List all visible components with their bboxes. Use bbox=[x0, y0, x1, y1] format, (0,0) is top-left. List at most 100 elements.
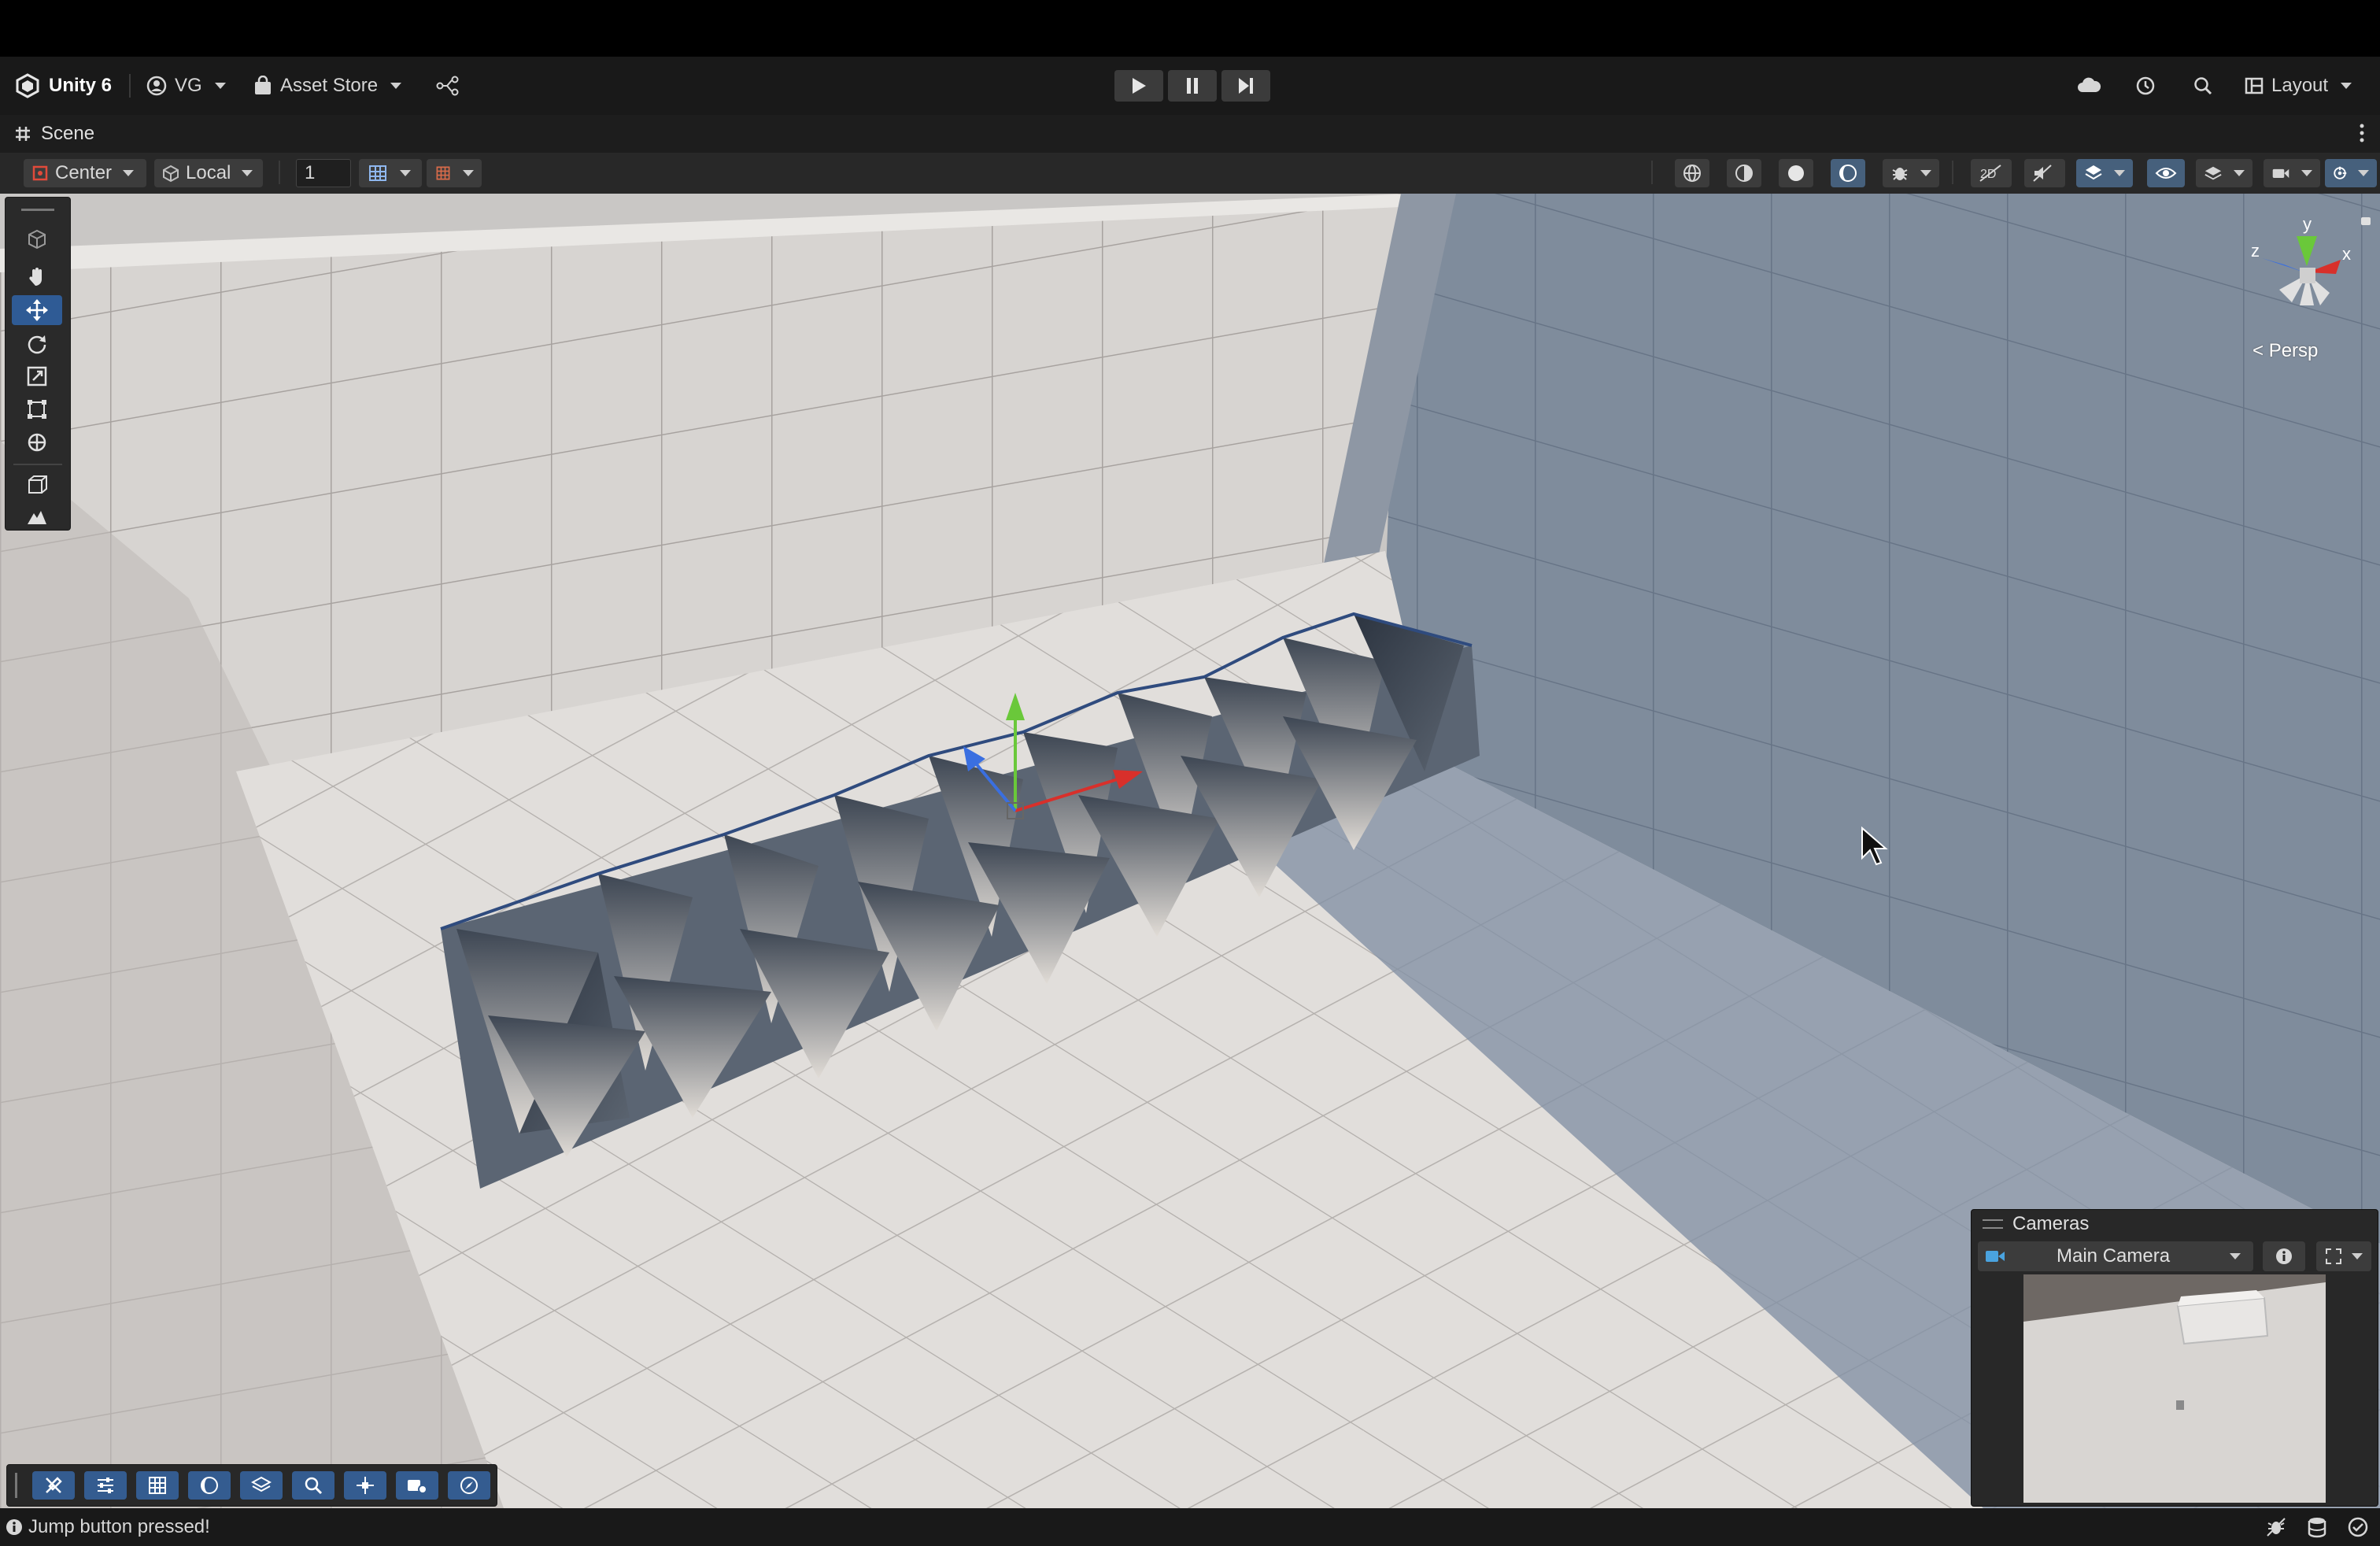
overlays-toolbar bbox=[6, 1464, 497, 1507]
transform-tool-button[interactable] bbox=[12, 427, 62, 457]
orientation-gizmo[interactable]: y z x bbox=[2235, 202, 2377, 359]
globe-wireframe-icon bbox=[1683, 165, 1701, 182]
layout-dropdown[interactable]: Layout bbox=[2245, 57, 2352, 115]
asset-store-dropdown[interactable]: Asset Store bbox=[253, 57, 402, 115]
camera-options-dropdown[interactable] bbox=[2316, 1241, 2371, 1271]
selected-camera-label: Main Camera bbox=[2057, 1245, 2171, 1267]
move-arrows-icon bbox=[26, 299, 48, 321]
terrain-tool-button[interactable] bbox=[12, 501, 62, 531]
camera-select-dropdown[interactable]: Main Camera bbox=[1978, 1241, 2253, 1271]
overlay-orientation-button[interactable] bbox=[448, 1471, 490, 1500]
step-button[interactable] bbox=[1221, 70, 1270, 102]
overlay-view-options-button[interactable] bbox=[188, 1471, 231, 1500]
cache-server-button[interactable] bbox=[2306, 1516, 2328, 1542]
rotate-tool-button[interactable] bbox=[12, 328, 62, 358]
custom-tool-button[interactable] bbox=[12, 470, 62, 500]
shaded-wireframe-toggle[interactable] bbox=[1727, 159, 1761, 187]
box-collider-icon bbox=[28, 475, 47, 494]
chevron-down-icon bbox=[2114, 170, 2125, 176]
chevron-down-icon bbox=[2301, 170, 2312, 176]
overlay-search-button[interactable] bbox=[292, 1471, 334, 1500]
asset-store-label: Asset Store bbox=[280, 75, 379, 96]
grid-snapping-toggle[interactable] bbox=[359, 159, 422, 187]
scale-icon bbox=[27, 366, 47, 386]
pause-icon bbox=[1187, 78, 1198, 94]
cameras-overlay-title: Cameras bbox=[2012, 1213, 2090, 1234]
toolbar-divider bbox=[279, 161, 280, 184]
branch-icon bbox=[436, 76, 459, 96]
audio-mute-icon bbox=[2033, 165, 2052, 182]
scale-tool-button[interactable] bbox=[12, 361, 62, 391]
pivot-mode-label: Center bbox=[55, 162, 113, 183]
pause-button[interactable] bbox=[1168, 70, 1217, 102]
cube-local-icon bbox=[163, 165, 179, 182]
progress-status-button[interactable] bbox=[2347, 1516, 2369, 1542]
gizmos-dropdown[interactable] bbox=[2325, 159, 2377, 187]
layers-effects-icon bbox=[2085, 165, 2102, 180]
view-tool-button[interactable] bbox=[12, 224, 62, 254]
grid-size-input[interactable]: 1 bbox=[296, 159, 351, 187]
move-tool-button[interactable] bbox=[12, 295, 62, 325]
camera-info-button[interactable] bbox=[2263, 1241, 2305, 1271]
shaded-toggle[interactable] bbox=[1779, 159, 1813, 187]
transform-icon bbox=[28, 433, 46, 452]
grid-hash-icon bbox=[16, 127, 30, 141]
overlay-tool-settings-button[interactable] bbox=[84, 1471, 127, 1500]
compass-icon bbox=[460, 1477, 478, 1494]
drag-handle[interactable] bbox=[15, 1473, 17, 1498]
debug-toggle[interactable] bbox=[2265, 1516, 2287, 1542]
tab-menu-button[interactable] bbox=[2358, 121, 2366, 149]
lock-icon[interactable] bbox=[2361, 217, 2371, 225]
account-dropdown[interactable]: VG bbox=[146, 57, 226, 115]
play-button[interactable] bbox=[1114, 70, 1163, 102]
chevron-down-icon bbox=[214, 83, 226, 89]
unity-menu[interactable]: Unity 6 bbox=[14, 57, 112, 115]
playmode-controls bbox=[1114, 70, 1270, 102]
drag-handle[interactable] bbox=[1983, 1219, 2003, 1229]
layers-dropdown[interactable] bbox=[2196, 159, 2252, 187]
chevron-down-icon bbox=[463, 170, 474, 176]
pivot-rotation-dropdown[interactable]: Local bbox=[154, 159, 263, 187]
overlay-component-tools-button[interactable] bbox=[344, 1471, 386, 1500]
tab-scene[interactable]: Scene bbox=[14, 115, 94, 153]
tools-overlay bbox=[5, 197, 71, 531]
audio-toggle[interactable] bbox=[2024, 159, 2065, 187]
overlay-cameras-button[interactable] bbox=[396, 1471, 438, 1500]
main-toolbar: Unity 6 VG Asset Store Layout bbox=[0, 57, 2380, 115]
rect-tool-button[interactable] bbox=[12, 394, 62, 424]
cameras-overlay-header[interactable]: Cameras bbox=[1972, 1210, 2378, 1238]
drag-handle[interactable] bbox=[21, 209, 54, 211]
overlay-grid-button[interactable] bbox=[136, 1471, 179, 1500]
overlay-tools-button[interactable] bbox=[32, 1471, 75, 1500]
gizmo-x-label: x bbox=[2342, 244, 2351, 264]
account-label: VG bbox=[175, 75, 202, 96]
shaded-wireframe-icon bbox=[1735, 165, 1753, 182]
history-button[interactable] bbox=[2134, 57, 2156, 115]
rect-transform-icon bbox=[28, 400, 46, 419]
shopping-bag-icon bbox=[255, 76, 271, 94]
info-circle-icon bbox=[6, 1519, 22, 1535]
cloud-button[interactable] bbox=[2076, 57, 2101, 115]
overlay-layers-button[interactable] bbox=[240, 1471, 283, 1500]
increment-snap-toggle[interactable] bbox=[427, 159, 482, 187]
debug-draw-dropdown[interactable] bbox=[1883, 159, 1939, 187]
version-control-button[interactable] bbox=[436, 57, 460, 115]
projection-toggle[interactable]: < Persp bbox=[2252, 340, 2318, 362]
fullscreen-icon bbox=[2326, 1248, 2341, 1264]
2d-toggle[interactable]: 2D bbox=[1971, 159, 2012, 187]
chevron-down-icon bbox=[400, 170, 411, 176]
hand-tool-button[interactable] bbox=[12, 262, 62, 292]
cameras-overlay: Cameras Main Camera bbox=[1971, 1209, 2378, 1507]
search-button[interactable] bbox=[2193, 57, 2213, 115]
pivot-mode-dropdown[interactable]: Center bbox=[24, 159, 146, 187]
scene-visibility-toggle[interactable] bbox=[2147, 159, 2185, 187]
status-message[interactable]: Jump button pressed! bbox=[28, 1508, 210, 1546]
effects-dropdown[interactable] bbox=[2076, 159, 2133, 187]
camera-settings-dropdown[interactable] bbox=[2264, 159, 2320, 187]
lighting-toggle[interactable] bbox=[1831, 159, 1865, 187]
2d-view-icon: 2D bbox=[1979, 165, 2001, 182]
projection-label: Persp bbox=[2268, 340, 2319, 361]
chevron-left-icon: < bbox=[2252, 340, 2264, 361]
chevron-down-icon bbox=[1920, 170, 1931, 176]
draw-mode-toggle[interactable] bbox=[1675, 159, 1709, 187]
